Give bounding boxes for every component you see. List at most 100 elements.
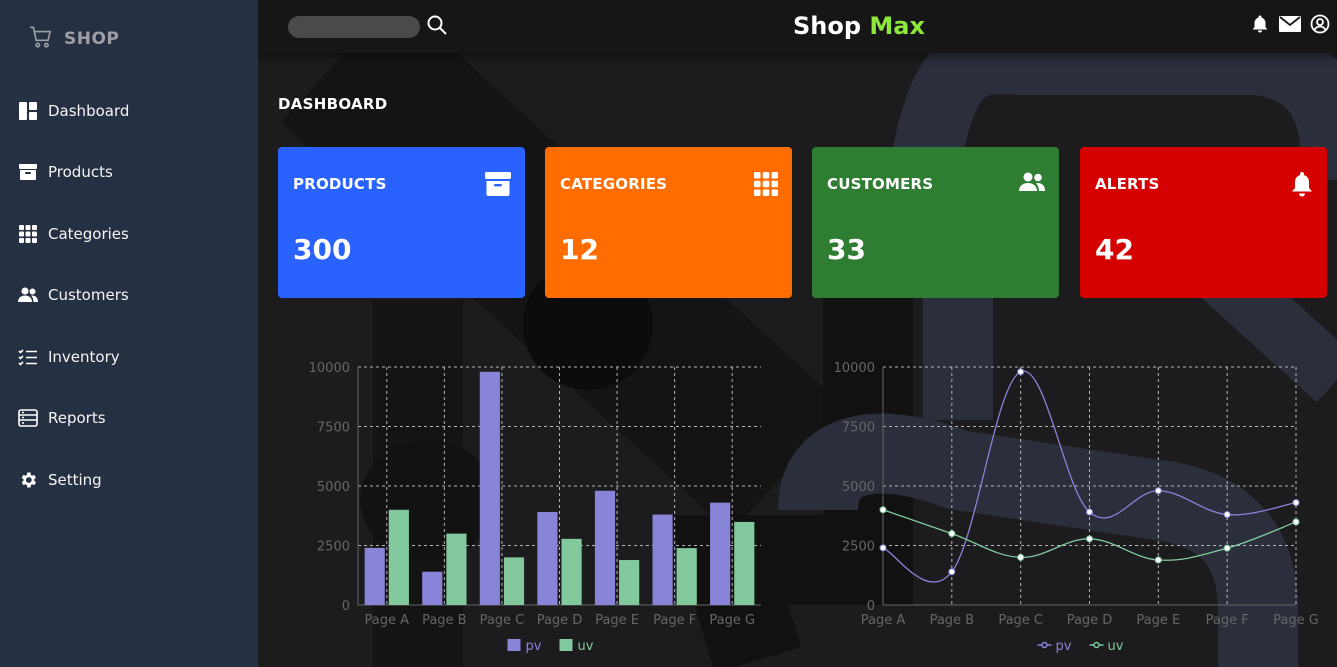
report-icon [18, 408, 38, 428]
bar [503, 557, 525, 605]
x-tick-label: Page F [653, 613, 696, 628]
data-point [879, 506, 887, 514]
sidebar-item-label: Reports [48, 409, 106, 427]
bar [422, 571, 443, 605]
sidebar-item-categories[interactable]: Categories [18, 221, 248, 246]
top-header: Shop Max [258, 0, 1337, 53]
x-tick-label: Page D [1067, 613, 1113, 628]
sidebar-item-label: Products [48, 163, 113, 181]
x-tick-label: Page C [998, 613, 1043, 628]
grid-icon [754, 172, 778, 200]
data-point [1223, 511, 1231, 519]
y-tick-label: 7500 [842, 421, 875, 436]
sidebar-item-label: Dashboard [48, 101, 130, 120]
sidebar-item-setting[interactable]: Setting [18, 467, 248, 492]
card-title: PRODUCTS [293, 175, 387, 193]
header-actions [1250, 14, 1330, 34]
archive-icon [18, 162, 38, 182]
sidebar-brand-label: SHOP [64, 29, 120, 49]
main-content: Shop Max DASHBOARD PRODUCTS 300 CATEGORI… [258, 0, 1337, 667]
data-point [1017, 368, 1025, 376]
y-tick-label: 10000 [309, 361, 350, 376]
bar [479, 371, 500, 605]
line-chart-svg: 0 2500 5000 7500 10000 Page A Page B Page C Page… [834, 361, 1319, 654]
card-value: 12 [560, 233, 599, 266]
search-bar [288, 14, 448, 40]
x-tick-label: Page A [365, 613, 410, 628]
bar-chart-svg: 0 2500 5000 7500 10000 Page A Page B Page C Page… [309, 361, 761, 654]
data-point [948, 568, 956, 576]
legend-label: uv [1108, 639, 1124, 654]
sidebar: SHOP Dashboard Products Categories Custo… [0, 0, 258, 667]
x-tick-label: Page G [709, 613, 755, 628]
sidebar-brand[interactable]: SHOP [28, 24, 119, 54]
people-icon [1019, 172, 1045, 196]
search-input[interactable] [288, 16, 420, 38]
card-value: 300 [293, 233, 352, 266]
x-tick-label: Page G [1273, 613, 1319, 628]
card-title: ALERTS [1095, 175, 1160, 193]
gear-icon [18, 470, 38, 490]
bell-icon [1291, 172, 1313, 202]
bar [446, 533, 467, 605]
page-title: DASHBOARD [278, 95, 388, 113]
x-tick-label: Page F [1206, 613, 1249, 628]
x-tick-label: Page E [1136, 613, 1180, 628]
bar [710, 502, 731, 605]
dashboard-icon [18, 101, 38, 121]
bar [619, 560, 640, 605]
x-tick-label: Page E [595, 613, 639, 628]
y-tick-label: 5000 [842, 480, 875, 495]
data-point [948, 530, 956, 538]
y-tick-label: 10000 [834, 361, 875, 376]
data-point [1017, 553, 1025, 561]
sidebar-nav: Dashboard Products Categories Customers … [18, 98, 248, 529]
search-icon[interactable] [426, 14, 448, 40]
legend-label: pv [526, 639, 542, 654]
data-point [1223, 544, 1231, 552]
archive-icon [485, 172, 511, 200]
people-icon [18, 285, 38, 305]
line-chart: 0 2500 5000 7500 10000 Page A Page B Page C Page… [823, 350, 1323, 664]
card-value: 33 [827, 233, 866, 266]
x-tick-label: Page B [422, 613, 467, 628]
notifications-bell-icon[interactable] [1250, 14, 1270, 34]
list-check-icon [18, 347, 38, 367]
data-point [1154, 487, 1162, 495]
grid-icon [18, 224, 38, 244]
sidebar-item-label: Setting [48, 470, 102, 489]
sidebar-item-label: Inventory [48, 347, 120, 366]
alerts-card[interactable]: ALERTS 42 [1080, 147, 1327, 298]
bar [561, 538, 582, 605]
data-point [1292, 499, 1300, 507]
products-card[interactable]: PRODUCTS 300 [278, 147, 525, 298]
sidebar-item-dashboard[interactable]: Dashboard [18, 98, 248, 123]
bar [652, 514, 673, 605]
sidebar-item-customers[interactable]: Customers [18, 283, 248, 308]
y-tick-label: 2500 [317, 540, 350, 555]
x-tick-label: Page A [861, 613, 906, 628]
y-tick-label: 5000 [317, 480, 350, 495]
bar [734, 521, 755, 605]
sidebar-item-label: Categories [48, 224, 129, 243]
customers-card[interactable]: CUSTOMERS 33 [812, 147, 1059, 298]
sidebar-item-products[interactable]: Products [18, 160, 248, 185]
bar [676, 548, 697, 605]
card-title: CATEGORIES [560, 175, 668, 193]
x-tick-label: Page B [930, 613, 975, 628]
card-title: CUSTOMERS [827, 175, 934, 193]
y-tick-label: 0 [867, 599, 875, 614]
bar-chart: 0 2500 5000 7500 10000 Page A Page B Page C Page… [298, 350, 778, 664]
user-account-icon[interactable] [1310, 14, 1330, 34]
sidebar-item-inventory[interactable]: Inventory [18, 344, 248, 369]
mail-icon[interactable] [1279, 16, 1301, 32]
bar [364, 547, 385, 605]
legend-label: pv [1056, 639, 1072, 654]
x-tick-label: Page C [480, 613, 525, 628]
cart-icon [28, 24, 54, 54]
data-point [1086, 508, 1093, 516]
legend-marker [1093, 641, 1100, 649]
data-point [879, 544, 887, 552]
sidebar-item-reports[interactable]: Reports [18, 406, 248, 431]
categories-card[interactable]: CATEGORIES 12 [545, 147, 792, 298]
